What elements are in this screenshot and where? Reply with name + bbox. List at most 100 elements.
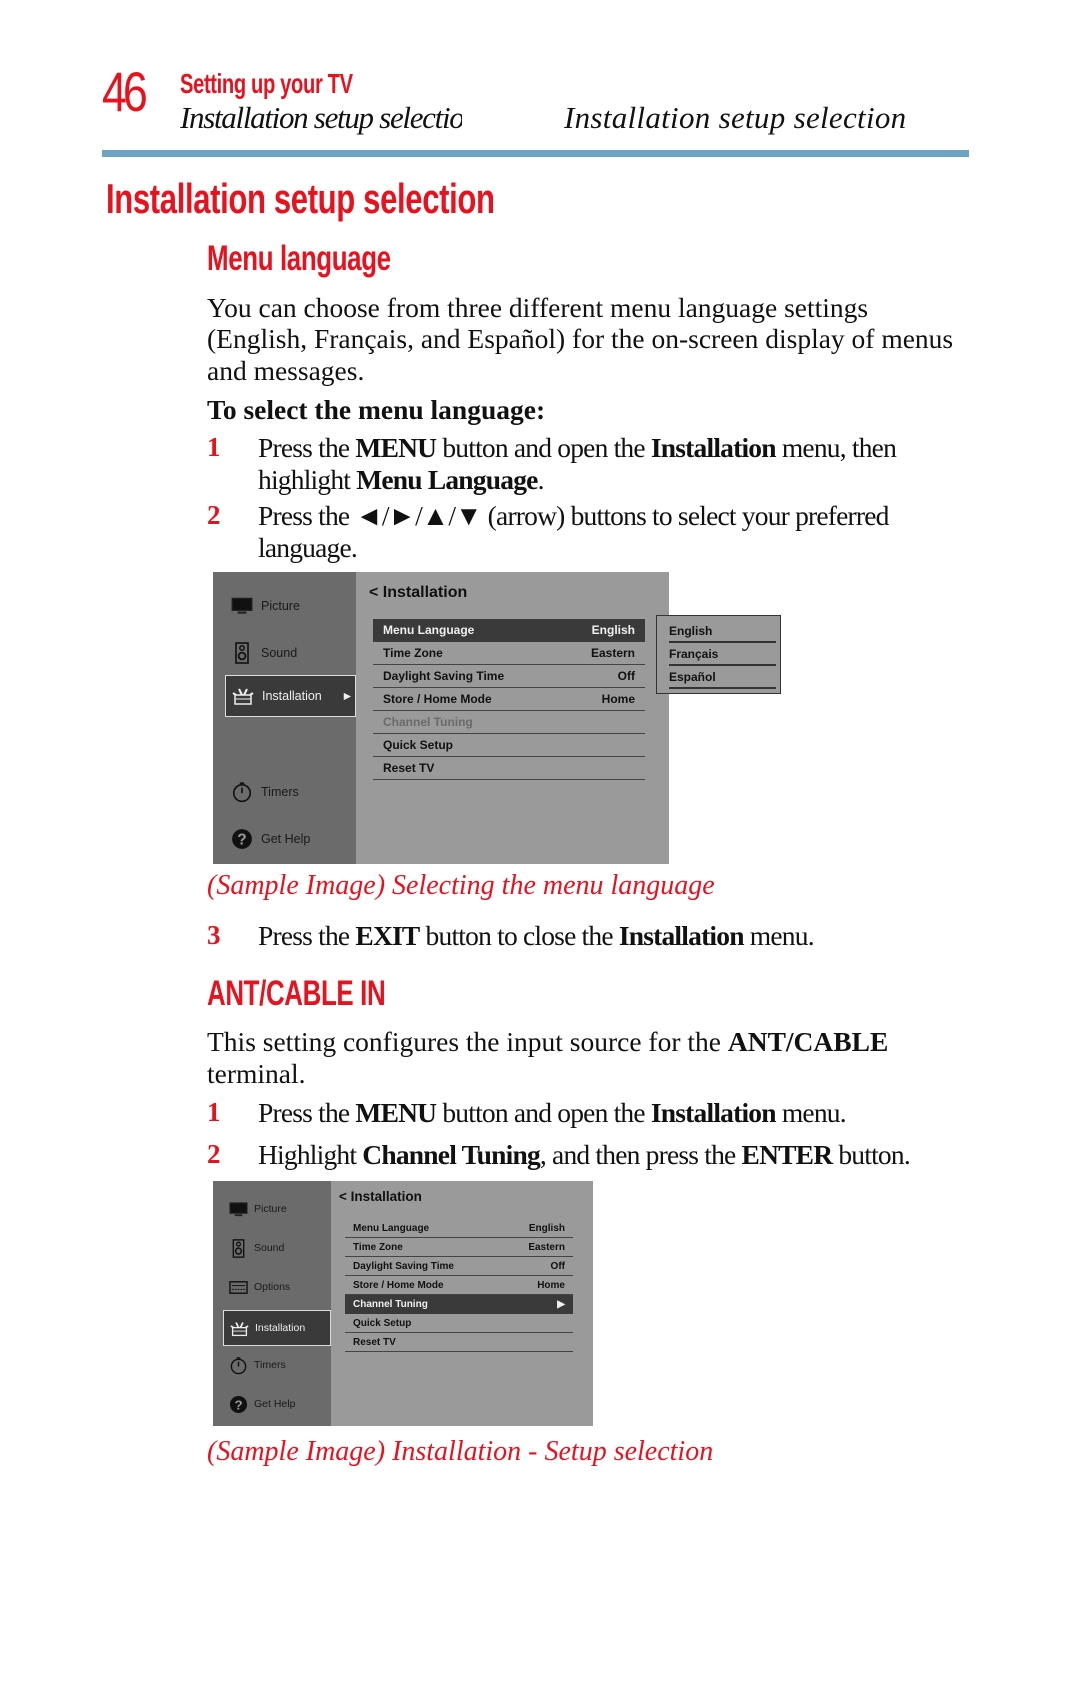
menu-row-time-zone[interactable]: Time Zone Eastern [345, 1238, 573, 1257]
bold-term: MENU [355, 1097, 437, 1128]
text-run: This setting configures the input source… [207, 1026, 728, 1057]
menu-row-channel-tuning[interactable]: Channel Tuning [373, 711, 645, 734]
intro-line: (English, Français, and Español) for the… [207, 323, 954, 354]
tv-icon [229, 1200, 248, 1219]
step-number: 2 [207, 500, 221, 530]
tv-icon [231, 595, 253, 617]
options-icon [229, 1278, 248, 1297]
step-number: 2 [207, 1139, 221, 1169]
sidebar-item-label: Get Help [261, 831, 311, 846]
menu-row-reset-tv[interactable]: Reset TV [373, 757, 645, 780]
sidebar-item-get-help[interactable]: ? Get Help [213, 819, 356, 859]
sidebar-item-label: Timers [261, 785, 299, 799]
step-text-line: Press the EXIT button to close the Insta… [258, 920, 815, 951]
procedure-title: To select the menu language: [207, 394, 546, 425]
text-run: Press the [258, 432, 356, 463]
menu-row-label: Daylight Saving Time [353, 1260, 454, 1272]
menu-row-channel-tuning[interactable]: Channel Tuning ▶ [345, 1295, 573, 1314]
chevron-right-icon: ▶ [343, 690, 351, 702]
step-number: 3 [207, 920, 221, 950]
menu-row-value: Home [537, 1279, 565, 1291]
language-option[interactable]: Français [669, 643, 776, 666]
bold-term: Installation [650, 1097, 777, 1128]
menu-row-value: Eastern [528, 1241, 565, 1253]
sidebar-item-label: Timers [254, 1359, 286, 1371]
sidebar-item-timers[interactable]: Timers [213, 772, 356, 812]
bold-term: Menu Language [356, 464, 538, 495]
text-run: menu. [743, 920, 815, 951]
heading-menu-language: Menu language [207, 239, 391, 278]
menu-row-store-home-mode[interactable]: Store / Home Mode Home [373, 688, 645, 711]
bold-term: Installation [618, 920, 745, 951]
sidebar-item-installation[interactable]: Installation ▶ [225, 675, 356, 717]
step-number: 1 [207, 1097, 221, 1127]
text-run: Press the ◄/►/▲/▼ (arrow) buttons to sel… [258, 500, 889, 531]
text-run: Press the [258, 1097, 356, 1128]
sidebar-item-label: Options [254, 1281, 291, 1293]
menu-row-quick-setup[interactable]: Quick Setup [345, 1314, 573, 1333]
step-text-line: language. [258, 532, 358, 563]
text-run: menu. [775, 1097, 847, 1128]
step-number: 1 [207, 432, 221, 462]
menu-row-daylight-saving-time[interactable]: Daylight Saving Time Off [345, 1257, 573, 1276]
sidebar-item-label: Sound [261, 645, 298, 660]
menu-row-menu-language[interactable]: Menu Language English [345, 1219, 573, 1238]
menu-row-value: English [528, 1222, 565, 1234]
sidebar-item-get-help[interactable]: ? Get Help [213, 1387, 331, 1421]
text-run: . [537, 464, 545, 495]
step-text-line: Press the ◄/►/▲/▼ (arrow) buttons to sel… [258, 500, 889, 531]
sidebar-item-label: Picture [261, 599, 300, 613]
speaker-icon [229, 1238, 248, 1258]
menu-row-daylight-saving-time[interactable]: Daylight Saving Time Off [373, 665, 645, 688]
menu-row-label: Reset TV [383, 761, 435, 775]
menu-row-label: Time Zone [383, 646, 443, 660]
menu-row-store-home-mode[interactable]: Store / Home Mode Home [345, 1276, 573, 1295]
sidebar-item-picture[interactable]: Picture [213, 586, 356, 626]
page-number: 46 [102, 60, 148, 123]
menu-row-menu-language[interactable]: Menu Language English [373, 619, 645, 642]
menu-row-label: Store / Home Mode [353, 1279, 444, 1291]
sidebar-item-sound[interactable]: Sound [213, 633, 356, 673]
sidebar-item-sound[interactable]: Sound [213, 1231, 331, 1265]
text-run: button to close the [419, 920, 619, 951]
bold-term: ENTER [741, 1139, 834, 1170]
text-run: language. [258, 532, 358, 563]
text-run: highlight [258, 464, 357, 495]
sidebar-item-options[interactable]: Options [213, 1270, 331, 1304]
sidebar-item-label: Installation [262, 689, 322, 703]
svg-text:?: ? [234, 1397, 242, 1412]
sidebar-item-label: Sound [254, 1242, 285, 1254]
intro-line: You can choose from three different menu… [207, 292, 869, 323]
menu-row-label: Daylight Saving Time [383, 669, 505, 683]
menu-row-label: Channel Tuning [353, 1298, 428, 1310]
installation-icon [232, 685, 254, 707]
menu-row-value: Home [601, 692, 635, 706]
menu-row-time-zone[interactable]: Time Zone Eastern [373, 642, 645, 665]
tv-menu-screenshot-language: PictureSoundOptionsInstallation▶Timers?G… [213, 572, 781, 864]
sidebar-item-picture[interactable]: Picture [213, 1192, 331, 1226]
sidebar-item-installation[interactable]: Installation [223, 1310, 331, 1346]
sidebar-item-timers[interactable]: Timers [213, 1348, 331, 1382]
bold-term: EXIT [355, 920, 420, 951]
menu-row-label: Quick Setup [353, 1317, 412, 1329]
bold-term: MENU [355, 432, 437, 463]
menu-row-value: English [591, 623, 635, 637]
menu-title-back[interactable]: < Installation [339, 1189, 422, 1204]
menu-row-reset-tv[interactable]: Reset TV [345, 1333, 573, 1352]
menu-row-label: Menu Language [353, 1222, 430, 1234]
menu-row-quick-setup[interactable]: Quick Setup [373, 734, 645, 757]
intro-line: and messages. [207, 355, 365, 386]
text-run: button and open the [436, 1097, 651, 1128]
section-header-right: Installation setup selection [564, 100, 907, 135]
text-run: terminal. [207, 1058, 306, 1089]
menu-title-back[interactable]: < Installation [369, 584, 467, 602]
menu-row-value: Off [617, 669, 635, 683]
language-option[interactable]: Español [669, 666, 776, 689]
language-option[interactable]: English [669, 620, 776, 643]
bold-term: ANT/CABLE [727, 1026, 889, 1057]
caption-installation: (Sample Image) Installation - Setup sele… [207, 1436, 714, 1467]
menu-row-value: Eastern [590, 646, 635, 660]
tv-menu-screenshot-installation: Picture Sound Options Installation Timers ? Ge… [213, 1181, 593, 1426]
menu-row-label: Menu Language [383, 623, 475, 637]
chapter-title: Setting up your TV [180, 68, 353, 99]
